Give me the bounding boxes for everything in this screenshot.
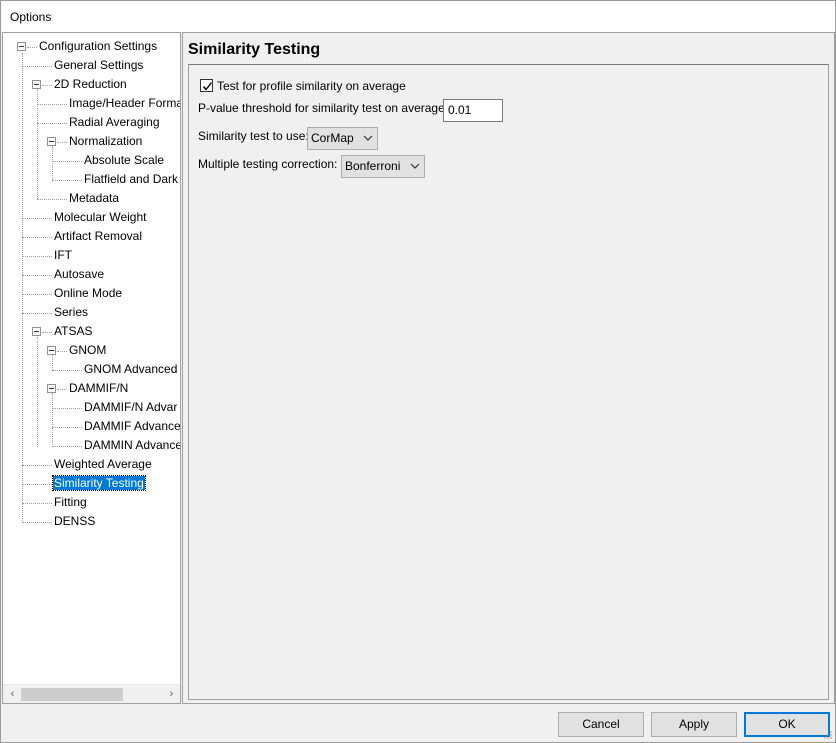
resize-grip-icon[interactable] [823, 730, 833, 740]
title-bar: Options [1, 1, 835, 32]
similarity-test-label: Similarity test to use: [198, 129, 309, 143]
cancel-button[interactable]: Cancel [558, 712, 644, 737]
scroll-right-icon[interactable]: › [163, 685, 180, 703]
similarity-test-select[interactable]: CorMap [307, 127, 378, 150]
tree-item-image-header-format[interactable]: Image/Header Forma [68, 94, 180, 113]
settings-content-panel: Similarity Testing Test for profile simi… [182, 32, 835, 704]
scroll-left-icon[interactable]: ‹ [4, 685, 21, 703]
collapse-icon[interactable] [17, 42, 26, 51]
ok-button[interactable]: OK [744, 712, 830, 737]
chevron-down-icon [363, 135, 373, 141]
tree-item-autosave[interactable]: Autosave [53, 265, 105, 284]
multiple-testing-correction-select[interactable]: Bonferroni [341, 155, 425, 178]
checkmark-icon [202, 82, 213, 91]
test-profile-similarity-label[interactable]: Test for profile similarity on average [217, 79, 406, 93]
tree-item-denss[interactable]: DENSS [53, 512, 96, 531]
collapse-icon[interactable] [32, 327, 41, 336]
tree-item-fitting[interactable]: Fitting [53, 493, 88, 512]
tree-item-metadata[interactable]: Metadata [68, 189, 120, 208]
tree-item-radial-averaging[interactable]: Radial Averaging [68, 113, 161, 132]
multiple-testing-correction-value: Bonferroni [345, 159, 401, 173]
tree-item-absolute-scale[interactable]: Absolute Scale [83, 151, 165, 170]
apply-button[interactable]: Apply [651, 712, 737, 737]
test-profile-similarity-checkbox[interactable] [200, 79, 213, 92]
window-title: Options [10, 10, 52, 24]
tree-item-dammif-n-advanced[interactable]: DAMMIF/N Advar [83, 398, 178, 417]
similarity-test-value: CorMap [311, 131, 354, 145]
tree-item-configuration-settings[interactable]: Configuration Settings [38, 37, 158, 56]
settings-tree[interactable]: Configuration Settings General Settings … [2, 32, 181, 704]
tree-item-atsas[interactable]: ATSAS [53, 322, 93, 341]
tree-item-artifact-removal[interactable]: Artifact Removal [53, 227, 143, 246]
scrollbar-thumb[interactable] [21, 688, 123, 701]
tree-item-ift[interactable]: IFT [53, 246, 73, 265]
tree-item-online-mode[interactable]: Online Mode [53, 284, 123, 303]
page-title: Similarity Testing [188, 41, 321, 58]
tree-item-series[interactable]: Series [53, 303, 89, 322]
tree-item-dammif-n[interactable]: DAMMIF/N [68, 379, 129, 398]
collapse-icon[interactable] [32, 80, 41, 89]
tree-item-normalization[interactable]: Normalization [68, 132, 143, 151]
options-window: Options Configuration Settings General S… [0, 0, 836, 743]
settings-body: Test for profile similarity on average P… [188, 64, 829, 700]
tree-item-molecular-weight[interactable]: Molecular Weight [53, 208, 147, 227]
chevron-down-icon [410, 163, 420, 169]
tree-item-gnom-advanced[interactable]: GNOM Advanced [83, 360, 178, 379]
tree-item-similarity-testing[interactable]: Similarity Testing [52, 474, 146, 493]
pvalue-threshold-label: P-value threshold for similarity test on… [198, 101, 445, 115]
tree-item-general-settings[interactable]: General Settings [53, 56, 144, 75]
tree-item-dammin-advanced[interactable]: DAMMIN Advance [83, 436, 180, 455]
collapse-icon[interactable] [47, 346, 56, 355]
tree-item-dammif-advanced[interactable]: DAMMIF Advance [83, 417, 180, 436]
multiple-testing-correction-label: Multiple testing correction: [198, 157, 338, 171]
tree-item-weighted-average[interactable]: Weighted Average [53, 455, 153, 474]
tree-item-gnom[interactable]: GNOM [68, 341, 107, 360]
tree-horizontal-scrollbar[interactable]: ‹ › [3, 684, 180, 703]
tree-item-flatfield-and-dark[interactable]: Flatfield and Dark [83, 170, 179, 189]
collapse-icon[interactable] [47, 384, 56, 393]
tree-item-2d-reduction[interactable]: 2D Reduction [53, 75, 128, 94]
pvalue-threshold-input[interactable]: 0.01 [443, 99, 503, 122]
collapse-icon[interactable] [47, 137, 56, 146]
